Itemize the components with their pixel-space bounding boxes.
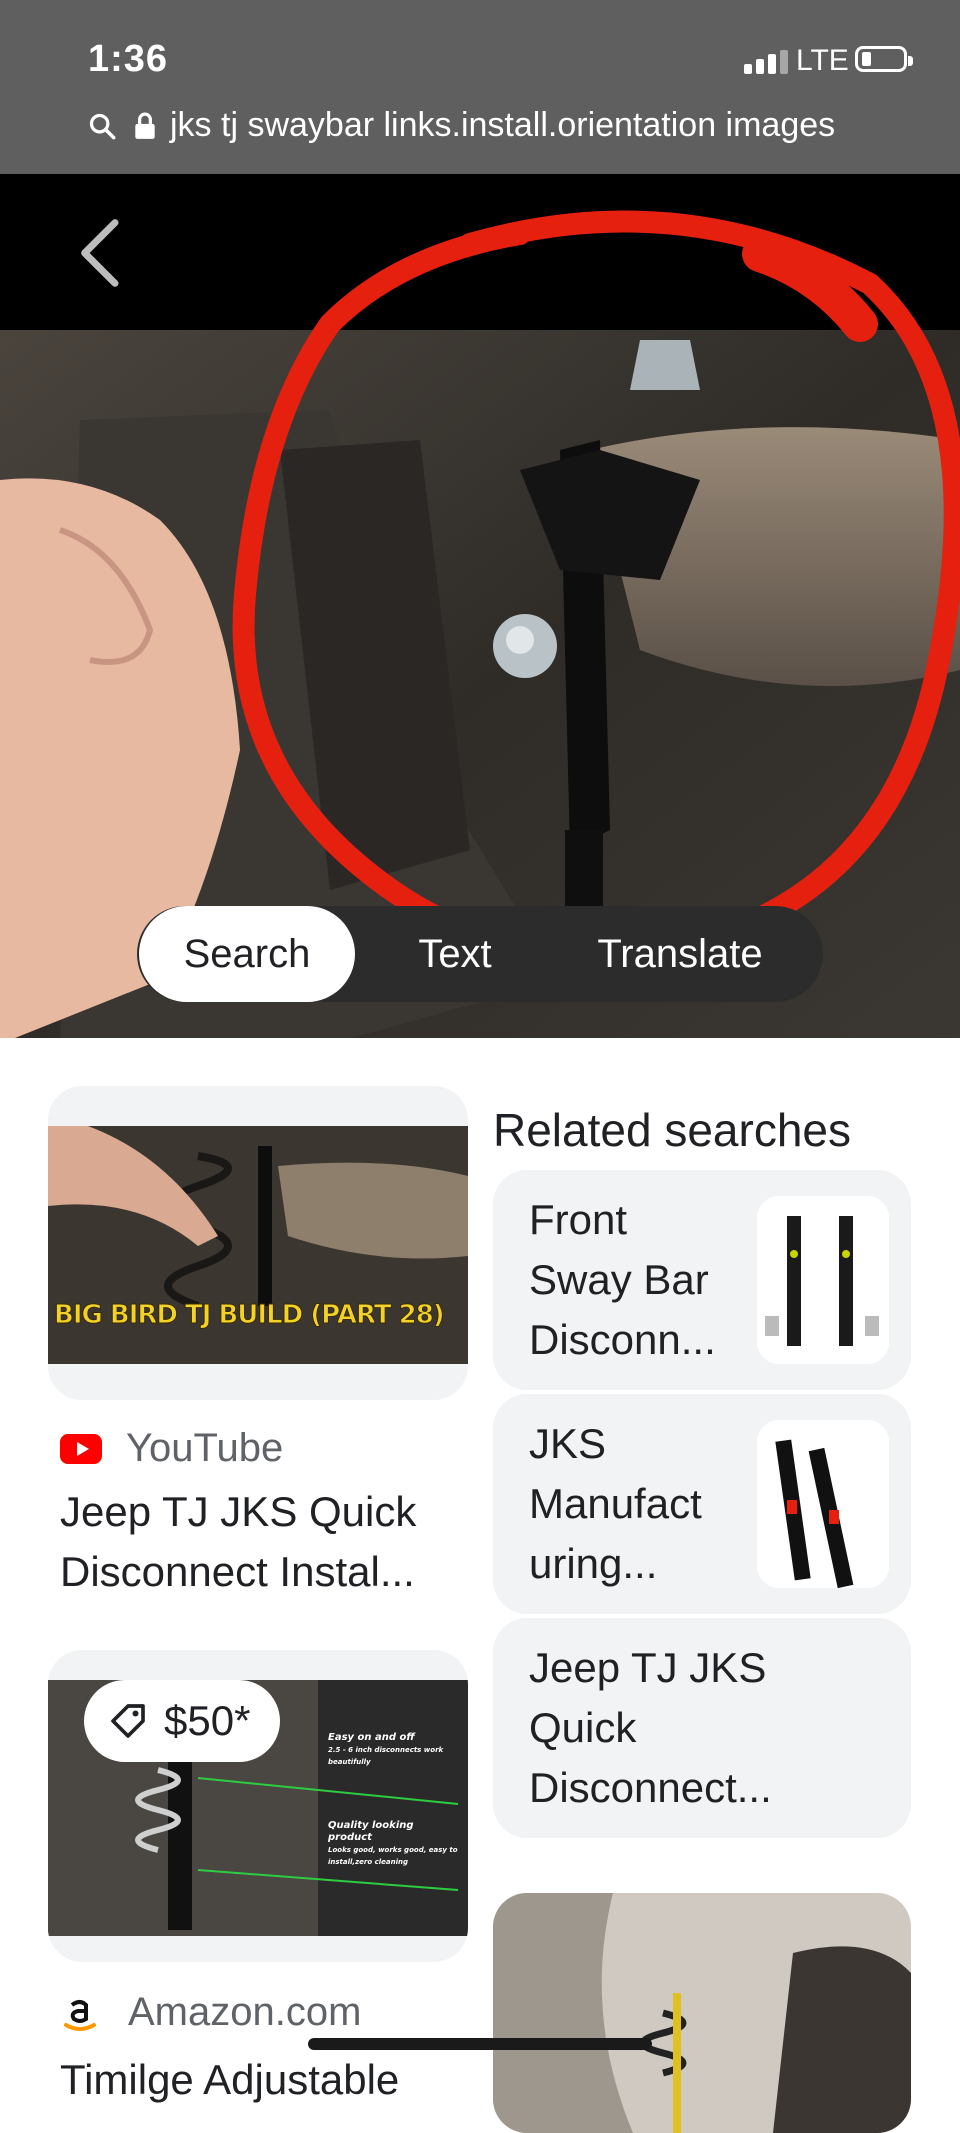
- thumbnail-text: Quality looking product Looks good, work…: [328, 1820, 458, 1866]
- home-indicator: [308, 2038, 652, 2050]
- result-card-right[interactable]: [493, 1893, 911, 2133]
- related-searches-heading: Related searches: [493, 1104, 851, 1156]
- thumbnail-caption: BIG BIRD TJ BUILD (PART 28): [54, 1300, 446, 1331]
- signal-icon: [744, 50, 792, 74]
- image-viewer: Search Text Translate: [0, 174, 960, 1038]
- lens-mode-tabs: Search Text Translate: [137, 906, 823, 1002]
- related-thumbnail: [757, 1420, 889, 1588]
- battery-icon: [855, 46, 913, 72]
- thumbnail-text: Easy on and off 2.5 - 6 inch disconnects…: [328, 1732, 444, 1766]
- network-type: LTE: [796, 44, 849, 77]
- tab-translate[interactable]: Translate: [555, 906, 805, 1002]
- price-tag-icon: [111, 1704, 145, 1738]
- price-badge: $50*: [84, 1680, 281, 1762]
- search-icon: [89, 113, 116, 139]
- related-item-front-sway-bar[interactable]: Front Sway Bar Disconn...: [493, 1170, 911, 1390]
- address-bar[interactable]: jks tj swaybar links.install.orientation…: [88, 106, 835, 145]
- related-item-jks-manufacturing[interactable]: JKS Manufact uring...: [493, 1394, 911, 1614]
- status-bar: 1:36 LTE jks tj swaybar links.install.or…: [0, 0, 960, 174]
- result-title-amazon[interactable]: Timilge Adjustable: [60, 2050, 399, 2110]
- result-source-youtube[interactable]: YouTube: [60, 1426, 283, 1471]
- amazon-icon: [64, 1999, 96, 2031]
- address-query: jks tj swaybar links.install.orientation…: [170, 106, 836, 144]
- result-card-amazon[interactable]: Easy on and off 2.5 - 6 inch disconnects…: [48, 1650, 468, 1962]
- related-item-jeep-tj-jks[interactable]: Jeep TJ JKS Quick Disconnect...: [493, 1618, 911, 1838]
- result-source-amazon[interactable]: Amazon.com: [60, 1990, 361, 2035]
- status-time: 1:36: [88, 38, 169, 80]
- tab-text[interactable]: Text: [375, 906, 535, 1002]
- lock-icon: [135, 112, 155, 139]
- result-thumbnail: [493, 1893, 911, 2133]
- result-card-youtube[interactable]: BIG BIRD TJ BUILD (PART 28): [48, 1086, 468, 1400]
- result-title-youtube[interactable]: Jeep TJ JKS Quick Disconnect Instal...: [60, 1482, 416, 1602]
- youtube-icon: [60, 1433, 102, 1464]
- tab-search[interactable]: Search: [139, 906, 355, 1002]
- back-arrow-icon[interactable]: [76, 218, 126, 288]
- related-thumbnail: [757, 1196, 889, 1364]
